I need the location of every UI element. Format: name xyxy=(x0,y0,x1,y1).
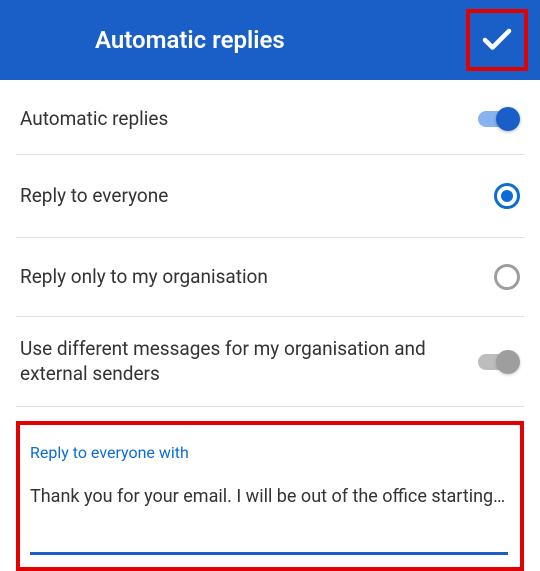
toggle-thumb xyxy=(496,350,520,374)
message-label: Reply to everyone with xyxy=(30,443,510,462)
checkmark-icon xyxy=(479,22,515,58)
page-title: Automatic replies xyxy=(95,26,285,54)
auto-replies-label: Automatic replies xyxy=(20,107,474,132)
reply-everyone-radio[interactable] xyxy=(494,183,520,209)
auto-replies-toggle[interactable] xyxy=(474,106,520,132)
reply-org-radio[interactable] xyxy=(494,264,520,290)
reply-org-row: Reply only to my organisation xyxy=(16,238,524,317)
auto-replies-row: Automatic replies xyxy=(16,80,524,155)
different-messages-toggle[interactable] xyxy=(474,349,520,375)
settings-content: Automatic replies Reply to everyone Repl… xyxy=(0,80,540,571)
input-underline xyxy=(30,552,508,555)
message-section: Reply to everyone with Thank you for you… xyxy=(16,421,524,571)
confirm-button[interactable] xyxy=(466,9,528,71)
message-input[interactable]: Thank you for your email. I will be out … xyxy=(30,486,510,507)
reply-org-label: Reply only to my organisation xyxy=(20,265,494,290)
reply-everyone-row: Reply to everyone xyxy=(16,155,524,238)
different-messages-row: Use different messages for my organisati… xyxy=(16,317,524,407)
reply-everyone-label: Reply to everyone xyxy=(20,184,494,209)
different-messages-label: Use different messages for my organisati… xyxy=(20,337,474,386)
toggle-thumb xyxy=(496,107,520,131)
app-header: Automatic replies xyxy=(0,0,540,80)
